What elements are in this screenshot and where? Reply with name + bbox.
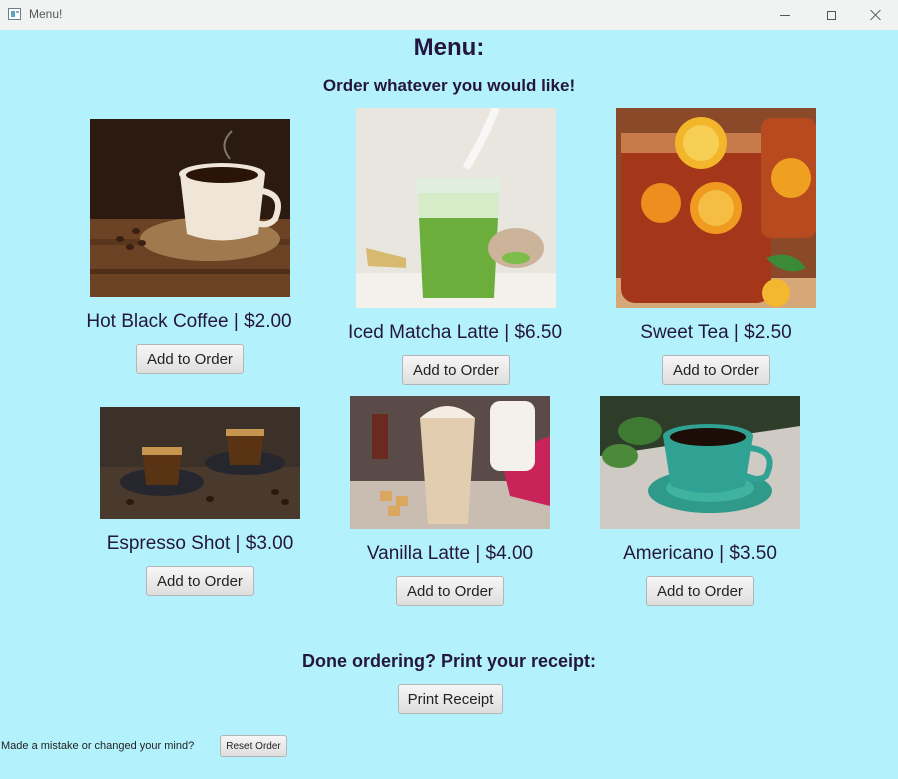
- window-title: Menu!: [29, 7, 63, 21]
- receipt-prompt: Done ordering? Print your receipt:: [301, 651, 597, 671]
- hot-black-coffee-photo: [90, 119, 290, 297]
- americano-photo: [600, 396, 800, 529]
- minimize-button[interactable]: [762, 0, 808, 30]
- close-icon: [870, 9, 882, 21]
- reset-order-button[interactable]: Reset Order: [220, 735, 287, 757]
- reset-prompt: Made a mistake or changed your mind?: [1, 740, 195, 752]
- hot-black-coffee-label: Hot Black Coffee | $2.00: [86, 311, 292, 332]
- add-sweet-tea-button[interactable]: Add to Order: [662, 355, 770, 385]
- sweet-tea-photo: [616, 108, 816, 308]
- app-window-icon: [8, 8, 21, 20]
- espresso-shot-photo: [100, 407, 300, 519]
- vanilla-latte-photo: [350, 396, 550, 529]
- maximize-icon: [826, 10, 836, 20]
- espresso-shot-label: Espresso Shot | $3.00: [106, 533, 294, 554]
- add-hot-black-coffee-button[interactable]: Add to Order: [136, 344, 244, 374]
- menu-window: Menu! Menu: Order whatever you would lik…: [0, 0, 898, 779]
- maximize-button[interactable]: [808, 0, 854, 30]
- vanilla-latte-label: Vanilla Latte | $4.00: [366, 543, 534, 564]
- add-vanilla-latte-button[interactable]: Add to Order: [396, 576, 504, 606]
- sweet-tea-label: Sweet Tea | $2.50: [640, 322, 792, 343]
- minimize-icon: [780, 14, 790, 16]
- page-title: Menu:: [413, 34, 485, 61]
- print-receipt-button[interactable]: Print Receipt: [398, 684, 503, 714]
- page-subtitle: Order whatever you would like!: [322, 76, 576, 95]
- title-bar: Menu!: [0, 0, 898, 30]
- iced-matcha-latte-photo: [356, 108, 556, 308]
- americano-label: Americano | $3.50: [623, 543, 777, 564]
- iced-matcha-latte-label: Iced Matcha Latte | $6.50: [347, 322, 563, 343]
- add-espresso-shot-button[interactable]: Add to Order: [146, 566, 254, 596]
- close-button[interactable]: [853, 0, 898, 30]
- add-americano-button[interactable]: Add to Order: [646, 576, 754, 606]
- add-iced-matcha-latte-button[interactable]: Add to Order: [402, 355, 510, 385]
